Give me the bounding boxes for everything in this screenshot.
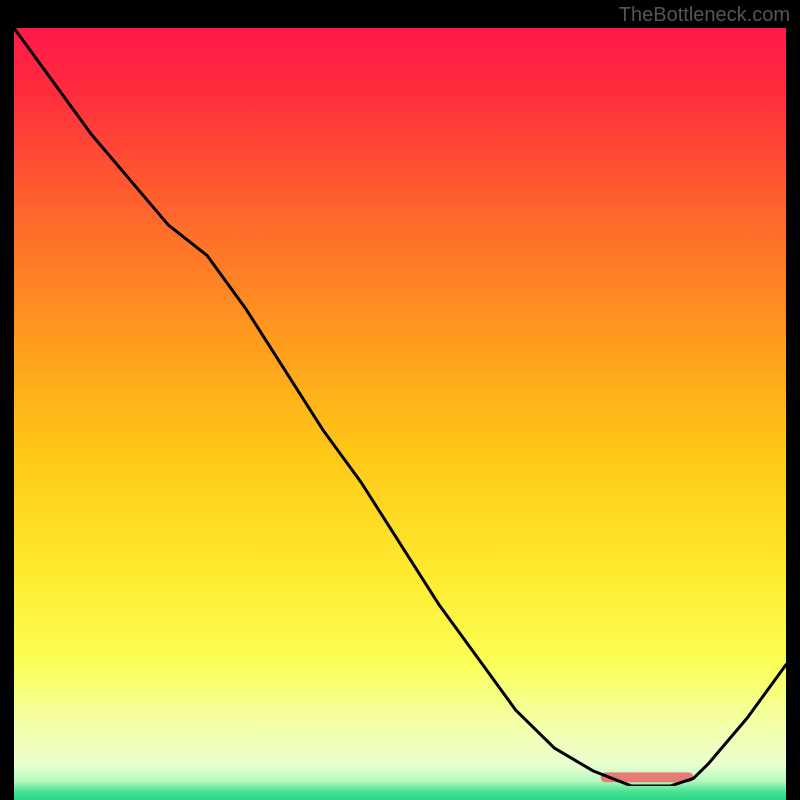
chart-plot-area bbox=[14, 28, 786, 786]
chart-frame bbox=[14, 28, 786, 786]
bottleneck-curve bbox=[14, 28, 786, 786]
watermark-text: TheBottleneck.com bbox=[619, 4, 790, 27]
